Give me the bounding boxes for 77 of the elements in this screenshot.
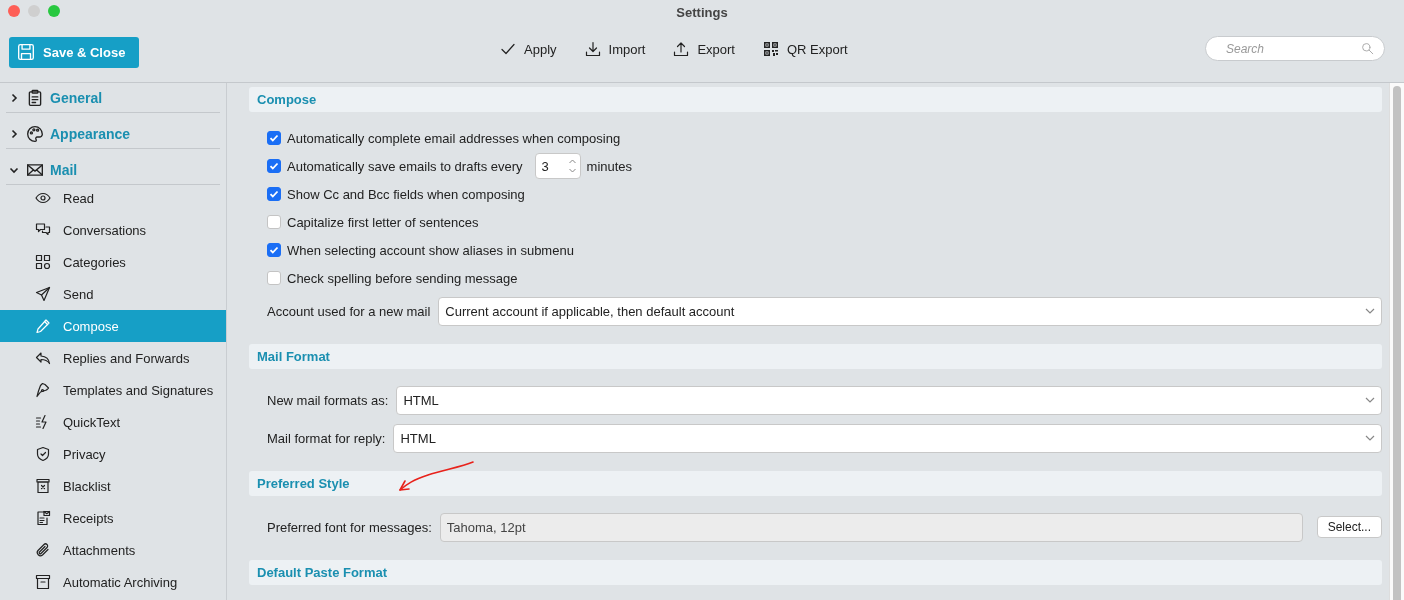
section-header: Compose xyxy=(249,87,1382,112)
sidebar-item[interactable]: Conversations xyxy=(0,214,226,246)
section-header: Preferred Style xyxy=(249,471,1382,496)
chevron-down-icon xyxy=(1365,435,1375,441)
checkbox-label: Capitalize first letter of sentences xyxy=(287,214,479,230)
download-icon xyxy=(584,41,601,57)
checkmark-icon xyxy=(269,245,279,255)
window-title: Settings xyxy=(676,4,728,20)
search-field[interactable]: Search xyxy=(1224,40,1361,57)
box-x-icon xyxy=(35,478,51,494)
pencil-icon xyxy=(35,318,51,334)
sidebar-item[interactable]: Templates and Signatures xyxy=(0,374,226,406)
toolbar-button[interactable]: Import xyxy=(584,41,646,57)
dropdown[interactable]: HTML xyxy=(393,423,1382,453)
field-label: New mail formats as: xyxy=(267,392,389,408)
dropdown[interactable]: HTML xyxy=(396,385,1382,415)
chat-bubbles-icon xyxy=(35,222,51,238)
number-stepper[interactable]: 3 xyxy=(534,153,581,179)
font-field: Tahoma, 12pt xyxy=(439,512,1303,542)
checkbox[interactable] xyxy=(267,131,281,145)
paper-plane-icon xyxy=(35,286,51,302)
shield-icon xyxy=(35,446,51,462)
floppy-disk-icon xyxy=(17,43,35,61)
checkmark-icon xyxy=(269,161,279,171)
unit-label: minutes xyxy=(586,158,633,174)
toolbar-button[interactable]: Apply xyxy=(500,41,557,57)
archive-box-icon xyxy=(35,574,51,590)
checkmark-icon xyxy=(500,41,516,57)
eye-icon xyxy=(35,190,51,206)
dropdown[interactable]: Current account if applicable, then default account xyxy=(438,296,1382,326)
reply-arrow-icon xyxy=(35,350,51,366)
search-box[interactable]: Search xyxy=(1205,36,1385,61)
chevron-down-icon xyxy=(1365,397,1375,403)
close-button[interactable] xyxy=(8,5,20,17)
section-header: Default Paste Format xyxy=(249,560,1382,585)
checkbox-label: Automatically save emails to drafts every xyxy=(287,158,523,174)
checkbox-label: When selecting account show aliases in submenu xyxy=(287,242,574,258)
upload-icon xyxy=(673,41,690,57)
search-icon xyxy=(1361,42,1374,55)
clipboard-icon xyxy=(26,89,44,107)
chevron-icon[interactable] xyxy=(8,165,20,175)
checkbox-label: Automatically complete email addresses when composing xyxy=(287,130,621,146)
field-label: Preferred font for messages: xyxy=(267,519,432,535)
checkbox[interactable] xyxy=(267,187,281,201)
sidebar-item[interactable]: Privacy xyxy=(0,438,226,470)
paperclip-icon xyxy=(35,542,51,558)
field-label: Mail format for reply: xyxy=(267,430,386,446)
grid-icon xyxy=(35,254,51,270)
qr-code-icon xyxy=(762,41,779,57)
checkmark-icon xyxy=(269,189,279,199)
sidebar-item[interactable]: Read xyxy=(0,182,226,214)
field-label: Account used for a new mail xyxy=(267,303,431,319)
checkbox[interactable] xyxy=(267,215,281,229)
scrollbar[interactable] xyxy=(1389,83,1404,600)
palette-icon xyxy=(26,125,44,143)
section-header: Mail Format xyxy=(249,344,1382,369)
toolbar-button[interactable]: QR Export xyxy=(762,41,848,57)
chevron-down-icon xyxy=(1365,308,1375,314)
sidebar-item[interactable]: Blacklist xyxy=(0,470,226,502)
sidebar-item[interactable]: QuickText xyxy=(0,406,226,438)
sidebar-item[interactable]: Receipts xyxy=(0,502,226,534)
sidebar-item[interactable]: Send xyxy=(0,278,226,310)
select-button[interactable]: Select... xyxy=(1316,516,1382,538)
checkbox[interactable] xyxy=(267,159,281,173)
sidebar-item[interactable]: Automatic Archiving xyxy=(0,566,226,598)
checkbox[interactable] xyxy=(267,243,281,257)
receipt-icon xyxy=(35,510,51,526)
sidebar-item[interactable]: Attachments xyxy=(0,534,226,566)
envelope-icon xyxy=(26,161,44,179)
checkbox-label: Check spelling before sending message xyxy=(287,270,518,286)
sidebar-item[interactable]: Categories xyxy=(0,246,226,278)
sidebar-item[interactable]: Replies and Forwards xyxy=(0,342,226,374)
checkmark-icon xyxy=(269,133,279,143)
checkbox-label: Show Cc and Bcc fields when composing xyxy=(287,186,525,202)
pen-nib-icon xyxy=(35,382,51,398)
checkbox[interactable] xyxy=(267,271,281,285)
toolbar-button[interactable]: Export xyxy=(673,41,735,57)
